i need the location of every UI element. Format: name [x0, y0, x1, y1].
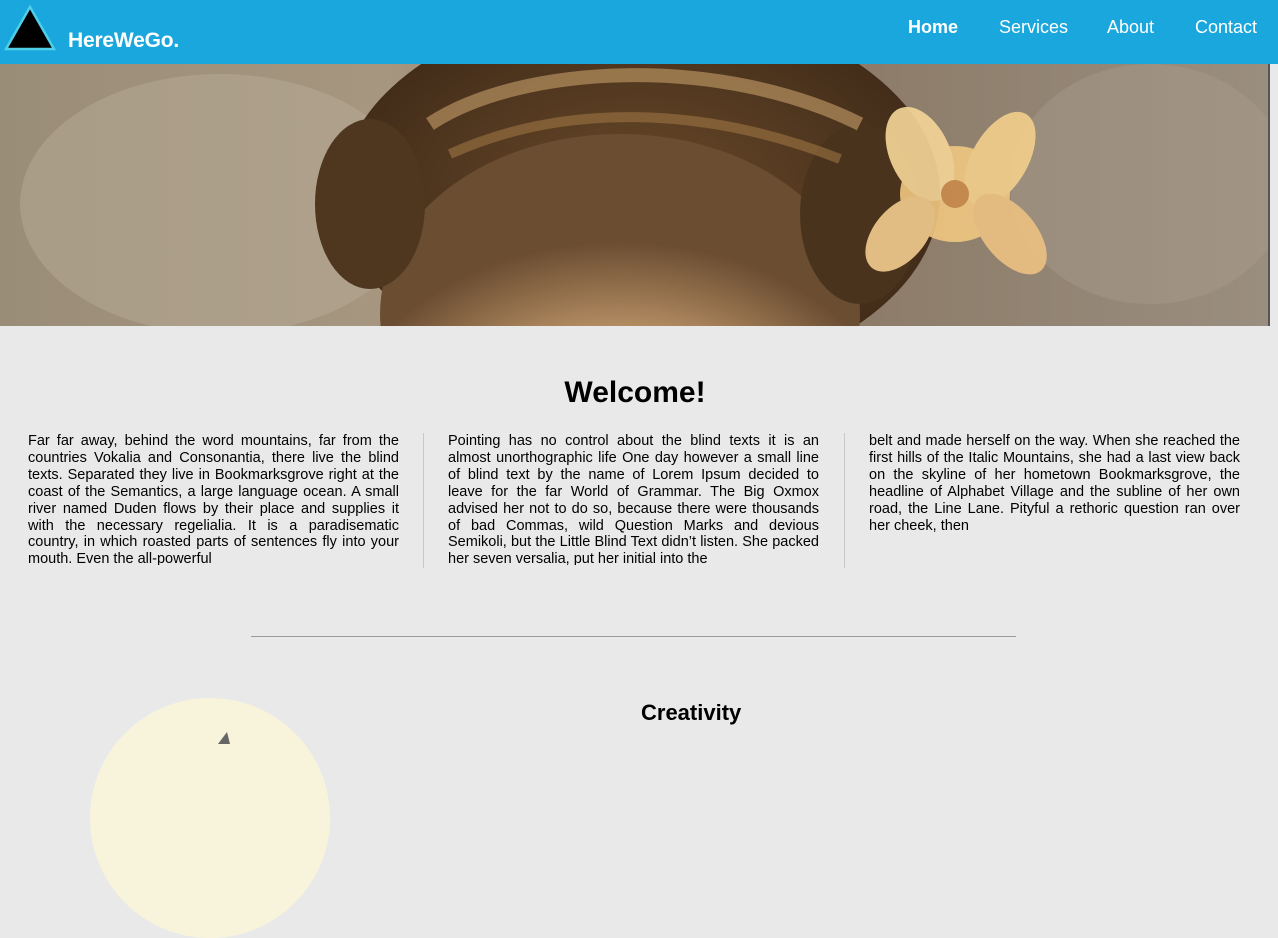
- welcome-title: Welcome!: [564, 376, 706, 409]
- creativity-title: Creativity: [641, 700, 742, 725]
- creativity-icon: [218, 732, 230, 744]
- column-divider: [844, 433, 845, 568]
- hero-edge: [1268, 64, 1270, 326]
- portrait-photo: [0, 64, 1270, 326]
- nav-about[interactable]: About: [1107, 17, 1154, 38]
- hero-image: [0, 64, 1270, 326]
- column-divider: [423, 433, 424, 568]
- creativity-image: [90, 698, 330, 938]
- brand-name[interactable]: HereWeGo.: [68, 29, 179, 53]
- nav-contact[interactable]: Contact: [1195, 17, 1257, 38]
- triangle-logo-icon[interactable]: [4, 5, 56, 51]
- navbar: HereWeGo. Home Services About Contact: [0, 0, 1278, 64]
- welcome-column-3: belt and made herself on the way. When s…: [869, 433, 1240, 534]
- welcome-column-2: Pointing has no control about the blind …: [448, 433, 819, 565]
- welcome-column-1: Far far away, behind the word mountains,…: [28, 433, 399, 565]
- nav-home[interactable]: Home: [908, 17, 958, 38]
- nav-services[interactable]: Services: [999, 17, 1068, 38]
- section-divider: [251, 636, 1016, 637]
